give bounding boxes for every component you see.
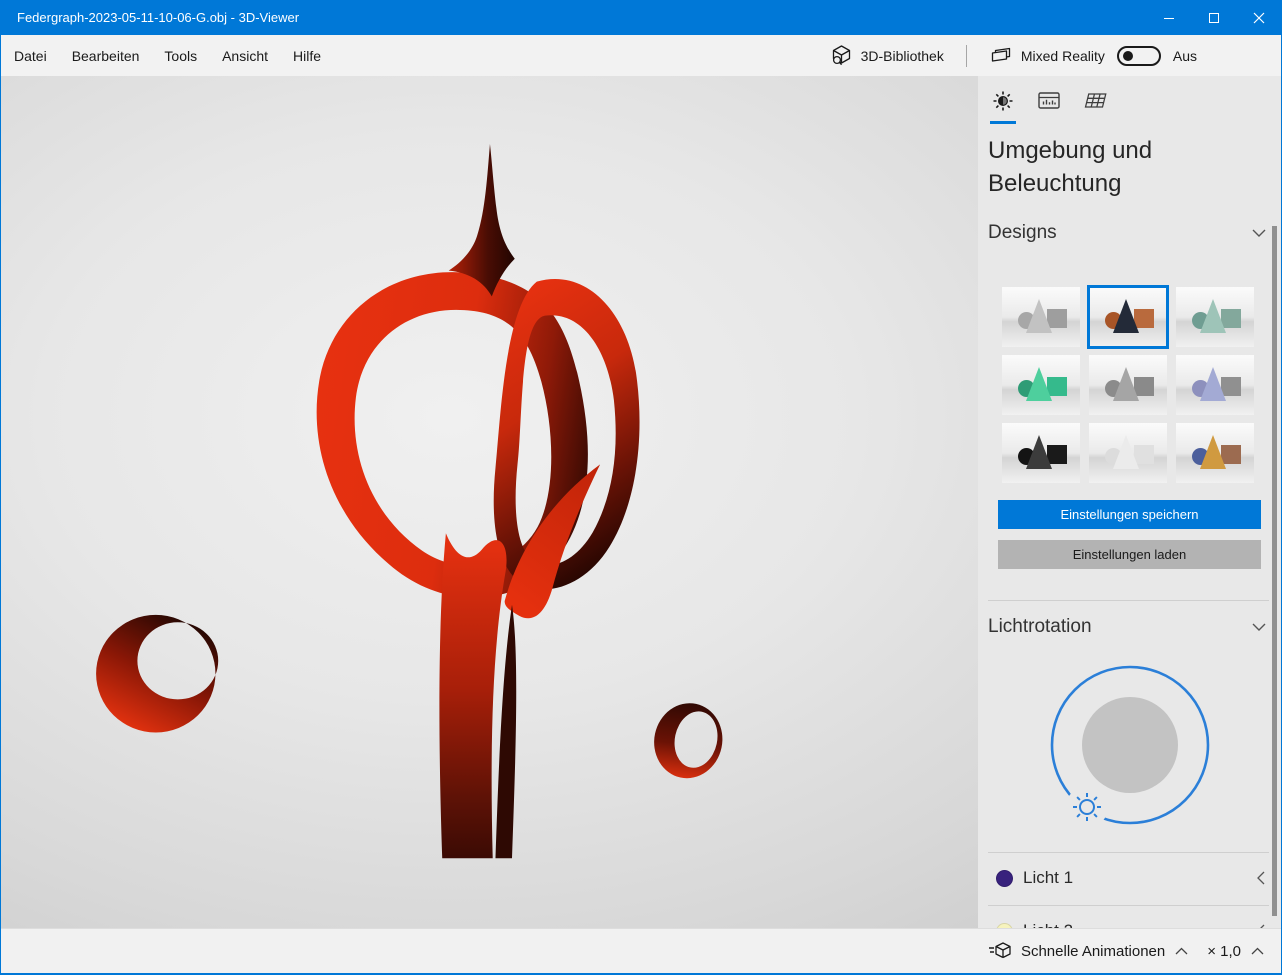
- save-settings-button[interactable]: Einstellungen speichern: [998, 500, 1261, 529]
- 3d-library-button[interactable]: 3D-Bibliothek: [830, 44, 944, 67]
- light-1-label: Licht 1: [1023, 868, 1255, 888]
- animation-speed-value: × 1,0: [1207, 943, 1241, 960]
- maximize-button[interactable]: [1191, 0, 1236, 35]
- window-title: Federgraph-2023-05-11-10-06-G.obj - 3D-V…: [1, 10, 1146, 25]
- design-thumbnail[interactable]: [1176, 423, 1254, 483]
- model-crescent-ring: [96, 615, 218, 733]
- divider: [988, 852, 1269, 853]
- cone-shape: [1200, 435, 1226, 469]
- design-theme-grid: [1002, 287, 1254, 483]
- chevron-up-icon: [1174, 946, 1189, 957]
- light-2-row[interactable]: Licht 2: [978, 909, 1282, 928]
- title-bar[interactable]: Federgraph-2023-05-11-10-06-G.obj - 3D-V…: [1, 0, 1281, 35]
- sidebar-heading: Umgebung und Beleuchtung: [988, 134, 1208, 200]
- model-3d-object: [1, 76, 978, 928]
- menu-tools[interactable]: Tools: [164, 48, 197, 64]
- load-settings-button[interactable]: Einstellungen laden: [998, 540, 1261, 569]
- minimize-icon: [1163, 12, 1175, 24]
- design-thumbnail[interactable]: [1176, 287, 1254, 347]
- grid-icon: [1081, 89, 1109, 113]
- tab-statistiken[interactable]: [1034, 86, 1064, 116]
- divider: [988, 600, 1269, 601]
- app-window: Federgraph-2023-05-11-10-06-G.obj - 3D-V…: [0, 0, 1282, 975]
- cone-shape: [1026, 435, 1052, 469]
- cube-library-icon: [830, 44, 853, 67]
- sidebar-scrollbar[interactable]: [1272, 226, 1277, 916]
- mixed-reality-state: Aus: [1173, 48, 1197, 64]
- light-rotation-label: Lichtrotation: [988, 616, 1092, 638]
- light-rotation-section-header[interactable]: Lichtrotation: [988, 616, 1267, 638]
- mixed-reality-group: Mixed Reality: [989, 46, 1105, 66]
- design-thumbnail[interactable]: [1176, 355, 1254, 415]
- dial-ring-gap: [1066, 786, 1108, 828]
- menu-bearbeiten[interactable]: Bearbeiten: [72, 48, 140, 64]
- sidebar-tabs: [988, 86, 1110, 116]
- animation-cube-icon: [986, 941, 1012, 961]
- mixed-reality-icon: [989, 46, 1013, 66]
- cone-shape: [1200, 367, 1226, 401]
- maximize-icon: [1208, 12, 1220, 24]
- chevron-down-icon: [1251, 621, 1267, 633]
- minimize-button[interactable]: [1146, 0, 1191, 35]
- tab-umgebung-beleuchtung[interactable]: [988, 86, 1018, 116]
- mixed-reality-toggle[interactable]: [1117, 46, 1161, 66]
- light-1-row[interactable]: Licht 1: [978, 856, 1282, 900]
- quick-animations-label: Schnelle Animationen: [1021, 943, 1165, 960]
- designs-label: Designs: [988, 222, 1057, 244]
- menu-bar: Datei Bearbeiten Tools Ansicht Hilfe 3D-…: [1, 35, 1281, 76]
- bottom-bar: Schnelle Animationen × 1,0: [1, 928, 1281, 973]
- design-thumbnail[interactable]: [1089, 355, 1167, 415]
- cone-shape: [1200, 299, 1226, 333]
- design-thumbnail[interactable]: [1002, 423, 1080, 483]
- model-stem: [439, 533, 506, 858]
- model-small-ring: [647, 697, 729, 785]
- chevron-down-icon: [1251, 227, 1267, 239]
- divider: [988, 905, 1269, 906]
- animation-speed-control[interactable]: × 1,0: [1207, 943, 1265, 960]
- toggle-knob: [1123, 51, 1133, 61]
- toolbar-separator: [966, 45, 967, 67]
- design-thumbnail[interactable]: [1089, 423, 1167, 483]
- 3d-library-label: 3D-Bibliothek: [861, 48, 944, 64]
- dial-knob[interactable]: [1082, 697, 1178, 793]
- light-2-label: Licht 2: [1023, 921, 1255, 928]
- light-rotation-dial[interactable]: [1046, 665, 1214, 838]
- stats-panel-icon: [1036, 89, 1062, 113]
- cone-shape: [1026, 299, 1052, 333]
- quick-animations-control[interactable]: Schnelle Animationen: [986, 941, 1189, 961]
- close-button[interactable]: [1236, 0, 1281, 35]
- chevron-left-icon: [1255, 870, 1267, 886]
- menu-datei[interactable]: Datei: [14, 48, 47, 64]
- design-thumbnail[interactable]: [1089, 287, 1167, 347]
- cone-shape: [1113, 299, 1139, 333]
- chevron-up-icon: [1250, 946, 1265, 957]
- cone-shape: [1113, 435, 1139, 469]
- model-stem-shadow: [495, 605, 516, 858]
- cone-shape: [1113, 367, 1139, 401]
- mixed-reality-label: Mixed Reality: [1021, 48, 1105, 64]
- design-thumbnail[interactable]: [1002, 287, 1080, 347]
- tab-selected-indicator: [990, 121, 1016, 124]
- cone-shape: [1026, 367, 1052, 401]
- settings-sidebar: Umgebung und Beleuchtung Designs Einstel…: [978, 76, 1282, 928]
- model-viewport[interactable]: [1, 76, 978, 928]
- design-thumbnail[interactable]: [1002, 355, 1080, 415]
- menu-hilfe[interactable]: Hilfe: [293, 48, 321, 64]
- menu-ansicht[interactable]: Ansicht: [222, 48, 268, 64]
- tab-gitter[interactable]: [1080, 86, 1110, 116]
- close-icon: [1253, 12, 1265, 24]
- light-1-color-dot: [996, 870, 1013, 887]
- sun-icon: [990, 88, 1016, 114]
- designs-section-header[interactable]: Designs: [988, 222, 1267, 244]
